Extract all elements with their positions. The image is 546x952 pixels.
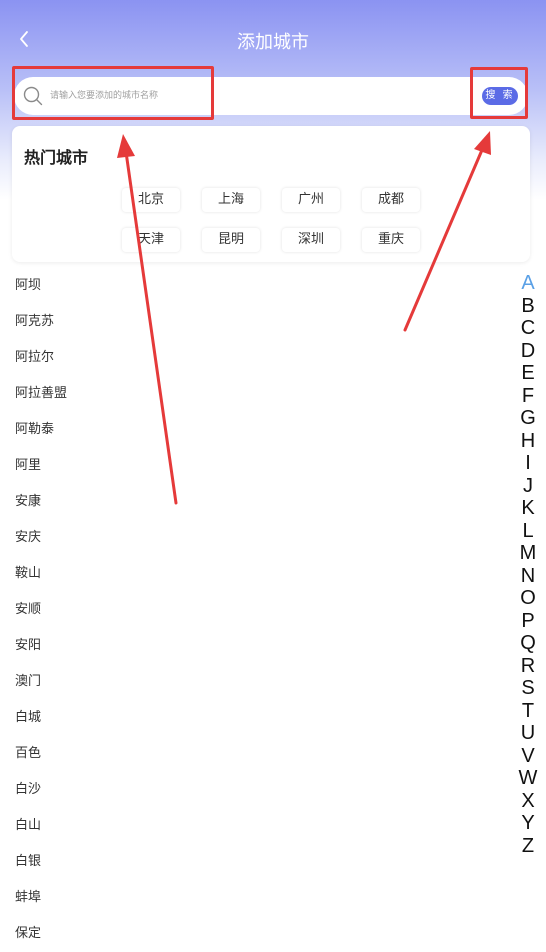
index-letter[interactable]: A [512,272,544,295]
index-letter[interactable]: N [512,565,544,588]
city-list-item[interactable]: 百色 [0,736,500,772]
index-letter[interactable]: E [512,362,544,385]
index-letter[interactable]: X [512,790,544,813]
index-letter[interactable]: J [512,475,544,498]
index-letter[interactable]: L [512,520,544,543]
search-input-highlight-box [12,66,214,120]
hot-cities-card: 热门城市 北京 上海 广州 成都 天津 昆明 深圳 重庆 [12,126,530,262]
index-letter[interactable]: M [512,542,544,565]
hot-city-button[interactable]: 上海 [202,188,260,212]
alphabet-index-bar: ABCDEFGHIJKLMNOPQRSTUVWXYZ [512,272,544,857]
index-letter[interactable]: P [512,610,544,633]
search-button-highlight-box [470,67,528,119]
index-letter[interactable]: I [512,452,544,475]
city-list-item[interactable]: 保定 [0,916,500,952]
index-letter[interactable]: Q [512,632,544,655]
index-letter[interactable]: C [512,317,544,340]
index-letter[interactable]: O [512,587,544,610]
city-list: 阿坝 阿克苏 阿拉尔 阿拉善盟 阿勒泰 阿里 安康 安庆 鞍山 安顺 安阳 澳门 白城 百色 白沙 白山 白银蚌… [0,268,500,952]
index-letter[interactable]: H [512,430,544,453]
city-list-item[interactable]: 澳门 [0,664,500,700]
page-title: 添加城市 [237,32,309,53]
hot-city-button[interactable]: 北京 [122,188,180,212]
index-letter[interactable]: B [512,295,544,318]
city-list-item[interactable]: 安阳 [0,628,500,664]
index-letter[interactable]: S [512,677,544,700]
index-letter[interactable]: R [512,655,544,678]
city-list-item[interactable]: 阿拉善盟 [0,376,500,412]
city-list-item[interactable]: 阿勒泰 [0,412,500,448]
city-list-item[interactable]: 蚌埠 [0,880,500,916]
city-list-item[interactable]: 鞍山 [0,556,500,592]
city-list-item[interactable]: 安顺 [0,592,500,628]
index-letter[interactable]: F [512,385,544,408]
city-list-item[interactable]: 白银 [0,844,500,880]
hot-city-button[interactable]: 成都 [362,188,420,212]
city-list-item[interactable]: 白沙 [0,772,500,808]
city-list-item[interactable]: 阿拉尔 [0,340,500,376]
hot-city-button[interactable]: 广州 [282,188,340,212]
index-letter[interactable]: Y [512,812,544,835]
index-letter[interactable]: G [512,407,544,430]
city-list-item[interactable]: 阿里 [0,448,500,484]
index-letter[interactable]: K [512,497,544,520]
index-letter[interactable]: U [512,722,544,745]
index-letter[interactable]: V [512,745,544,768]
city-list-item[interactable]: 阿坝 [0,268,500,304]
index-letter[interactable]: D [512,340,544,363]
city-list-item[interactable]: 安庆 [0,520,500,556]
city-list-item[interactable]: 安康 [0,484,500,520]
city-list-item[interactable]: 阿克苏 [0,304,500,340]
city-list-item[interactable]: 白山 [0,808,500,844]
index-letter[interactable]: W [512,767,544,790]
hot-city-button[interactable]: 昆明 [202,228,260,252]
index-letter[interactable]: T [512,700,544,723]
city-list-item[interactable]: 白城 [0,700,500,736]
hot-city-button[interactable]: 天津 [122,228,180,252]
hot-city-button[interactable]: 深圳 [282,228,340,252]
hot-cities-title: 热门城市 [24,148,89,167]
index-letter[interactable]: Z [512,835,544,858]
hot-city-button[interactable]: 重庆 [362,228,420,252]
